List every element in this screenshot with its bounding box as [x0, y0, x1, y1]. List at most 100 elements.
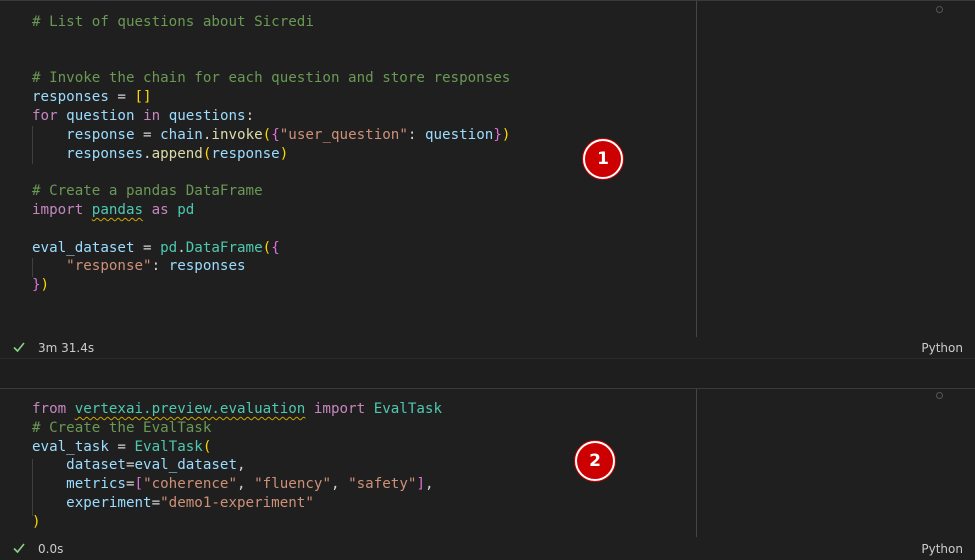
code-token: = [134, 126, 161, 143]
code-token: as [151, 201, 169, 218]
check-icon [13, 342, 25, 353]
code-token: "demo1-experiment" [160, 494, 314, 511]
code-line[interactable]: experiment="demo1-experiment" [32, 494, 442, 513]
code-token: # Create a pandas DataFrame [32, 183, 263, 200]
code-line[interactable]: responses = [] [32, 88, 510, 107]
code-token: "fluency" [254, 476, 331, 493]
code-line[interactable] [32, 163, 510, 182]
code-token: question [424, 126, 494, 143]
code-token: : [245, 107, 255, 124]
code-token: ) [279, 145, 289, 162]
code-token: { [271, 239, 280, 256]
code-token: [ [134, 476, 144, 493]
code-token: = [108, 89, 135, 106]
code-line[interactable]: eval_dataset = pd.DataFrame({ [32, 239, 510, 258]
code-line[interactable]: # Create the EvalTask [32, 419, 442, 438]
execution-time: 3m 31.4s [38, 341, 95, 355]
code-token: : [151, 258, 169, 275]
code-token: "user_question" [279, 126, 408, 143]
code-token: vertexai.preview.evaluation [74, 401, 306, 417]
language-indicator[interactable]: Python [921, 341, 963, 355]
code-token: = [134, 239, 161, 256]
code-line[interactable]: for question in questions: [32, 107, 510, 126]
code-line[interactable]: metrics=["coherence", "fluency", "safety… [32, 475, 442, 494]
code-token: import [32, 201, 84, 218]
code-token: , [331, 476, 349, 493]
code-token: EvalTask [373, 401, 443, 417]
code-token: ) [32, 513, 41, 530]
code-token: # Create the EvalTask [32, 419, 212, 436]
code-token: : [407, 126, 425, 143]
code-token: = [125, 476, 135, 493]
annotation-badge-2: 2 [575, 441, 615, 481]
code-line[interactable]: # Create a pandas DataFrame [32, 182, 510, 201]
code-token: , [237, 476, 255, 493]
code-line[interactable]: import pandas as pd [32, 201, 510, 220]
code-token: eval_dataset [134, 457, 238, 474]
code-token: ] [416, 476, 425, 493]
code-token: chain [160, 126, 203, 143]
code-token: dataset [66, 457, 126, 474]
code-token: . [177, 239, 186, 256]
code-line[interactable] [32, 220, 510, 239]
code-block[interactable]: # List of questions about Sicredi # Invok… [32, 13, 510, 295]
code-token: from [32, 401, 67, 417]
code-line[interactable]: ) [32, 513, 442, 532]
code-line[interactable]: response = chain.invoke({"user_question"… [32, 126, 510, 145]
code-token: { [271, 126, 280, 143]
code-line[interactable]: # Invoke the chain for each question and… [32, 69, 510, 88]
code-token: "safety" [348, 476, 417, 493]
cell-status-bar: 3m 31.4s Python [0, 338, 975, 360]
code-line[interactable]: dataset=eval_dataset, [32, 456, 442, 475]
cell-toolbar-dot-icon[interactable] [936, 392, 943, 399]
code-cell-2[interactable]: from vertexai.preview.evaluation import … [0, 388, 975, 560]
cell-status-bar: 0.0s Python [0, 539, 975, 560]
code-token: questions [168, 107, 246, 124]
language-indicator[interactable]: Python [921, 542, 963, 556]
code-block[interactable]: from vertexai.preview.evaluation import … [32, 400, 442, 532]
code-token: in [143, 107, 161, 124]
code-token: response [66, 126, 135, 143]
code-line[interactable] [32, 51, 510, 70]
code-cell-1[interactable]: # List of questions about Sicredi # Invok… [0, 0, 975, 358]
code-token: ) [40, 277, 50, 294]
code-token: # Invoke the chain for each question and… [32, 70, 511, 87]
code-token: responses [66, 145, 144, 162]
code-token: . [143, 145, 152, 162]
code-token: EvalTask [134, 438, 203, 455]
code-token: "response" [66, 258, 152, 275]
code-token: = [108, 438, 135, 455]
code-token: eval_dataset [32, 239, 135, 256]
code-token: pandas [91, 201, 144, 218]
code-token: pd [177, 201, 195, 218]
code-token: DataFrame [185, 239, 263, 256]
code-token: metrics [66, 476, 126, 493]
code-line[interactable]: eval_task = EvalTask( [32, 438, 442, 457]
code-token: ( [262, 239, 272, 256]
code-token: experiment [66, 494, 152, 511]
code-line[interactable]: "response": responses [32, 257, 510, 276]
code-token: responses [168, 258, 246, 275]
code-token: pd [160, 239, 178, 256]
cell-toolbar-dot-icon[interactable] [936, 6, 943, 13]
code-line[interactable]: from vertexai.preview.evaluation import … [32, 400, 442, 419]
code-line[interactable]: }) [32, 276, 510, 295]
code-token: } [32, 277, 41, 294]
code-line[interactable]: responses.append(response) [32, 145, 510, 164]
code-line[interactable]: # List of questions about Sicredi [32, 13, 510, 32]
code-token: # List of questions about Sicredi [32, 14, 314, 30]
code-line[interactable] [32, 32, 510, 51]
